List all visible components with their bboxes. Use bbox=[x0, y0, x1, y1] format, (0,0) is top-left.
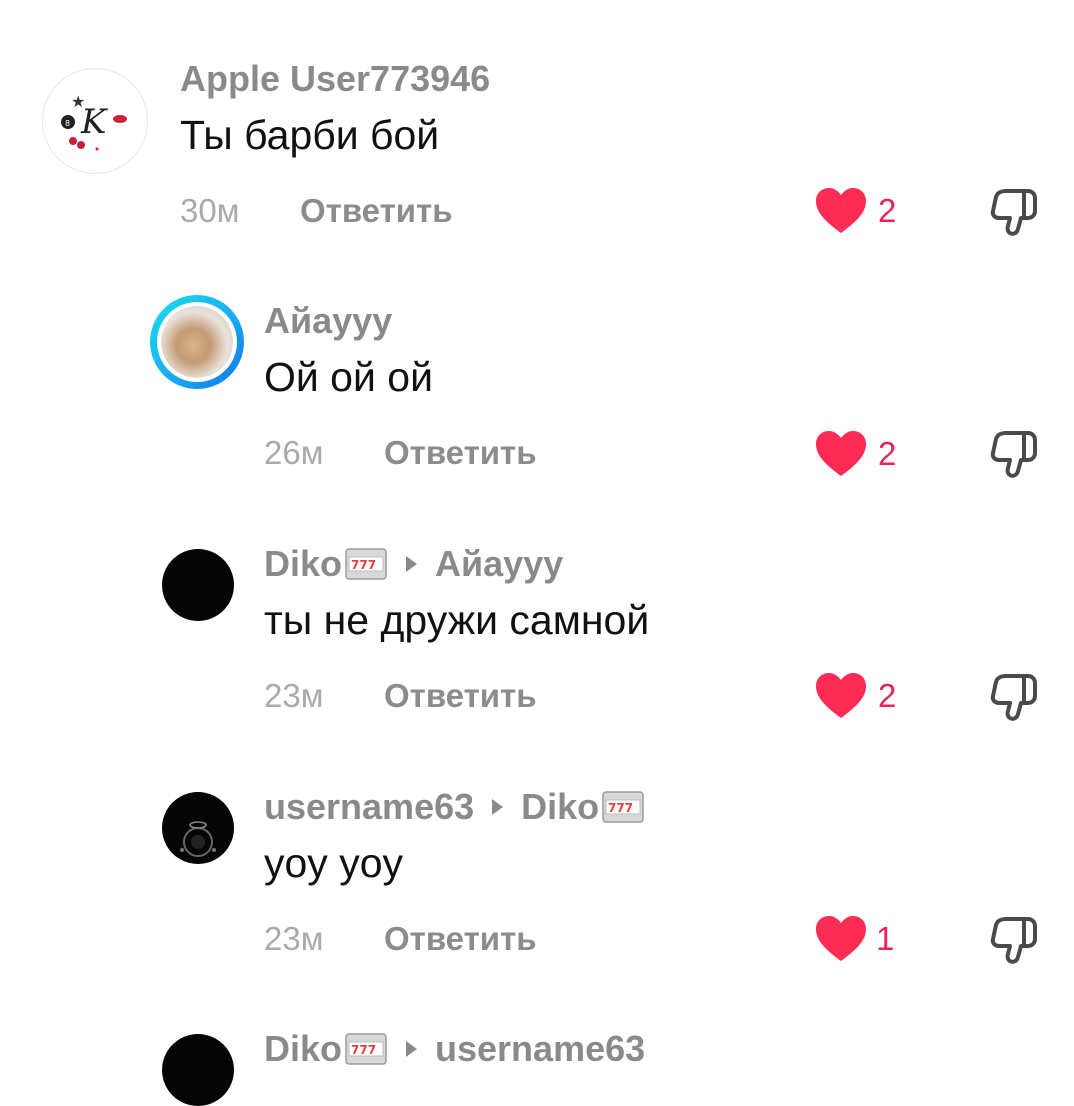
like-count: 2 bbox=[878, 677, 897, 714]
heart-icon[interactable] bbox=[815, 672, 867, 720]
avatar[interactable] bbox=[162, 792, 234, 864]
reply-arrow-icon bbox=[406, 556, 418, 572]
slot-machine-icon: 777 bbox=[345, 1033, 387, 1065]
avatar[interactable] bbox=[162, 1034, 234, 1106]
reply-to-username[interactable]: Diko bbox=[521, 786, 599, 828]
comment-text: ты не дружи самной bbox=[264, 597, 650, 643]
dislike-icon[interactable] bbox=[988, 427, 1042, 481]
comment-time: 23м bbox=[264, 920, 324, 957]
avatar-graphic-icon bbox=[180, 821, 216, 857]
comment-username[interactable]: Diko 777 Айауyy bbox=[264, 543, 563, 585]
svg-text:777: 777 bbox=[351, 1043, 376, 1057]
comment-time: 26м bbox=[264, 434, 324, 471]
username-text[interactable]: Айауyy bbox=[264, 300, 392, 342]
slot-machine-icon: 777 bbox=[602, 791, 644, 823]
heart-icon[interactable] bbox=[815, 915, 867, 963]
svg-text:777: 777 bbox=[608, 801, 633, 815]
comment-username[interactable]: username63 Diko 777 bbox=[264, 786, 645, 828]
avatar[interactable] bbox=[150, 295, 244, 389]
avatar-ring bbox=[157, 302, 237, 382]
comment-text: Ой ой ой bbox=[264, 354, 433, 400]
comment-text: yoy yoy bbox=[264, 840, 403, 886]
comment-username[interactable]: Diko 777 username63 bbox=[264, 1028, 645, 1070]
like-count: 1 bbox=[876, 920, 895, 957]
reply-button[interactable]: Ответить bbox=[384, 434, 537, 472]
username-text[interactable]: Diko bbox=[264, 543, 342, 585]
reply-to-username[interactable]: username63 bbox=[435, 1028, 645, 1070]
reply-button[interactable]: Ответить bbox=[384, 920, 537, 958]
comment-item: Diko 777 username63 bbox=[0, 0, 1074, 1106]
like-count: 2 bbox=[878, 435, 897, 472]
reply-arrow-icon bbox=[406, 1041, 418, 1057]
slot-machine-icon: 777 bbox=[345, 548, 387, 580]
username-text[interactable]: username63 bbox=[264, 786, 474, 828]
dislike-icon[interactable] bbox=[988, 913, 1042, 967]
comment-username[interactable]: Айауyy bbox=[264, 300, 392, 342]
svg-text:777: 777 bbox=[351, 558, 376, 572]
comment-time: 23м bbox=[264, 677, 324, 714]
dislike-icon[interactable] bbox=[988, 670, 1042, 724]
reply-arrow-icon bbox=[492, 799, 504, 815]
reply-button[interactable]: Ответить bbox=[384, 677, 537, 715]
reply-to-username[interactable]: Айауyy bbox=[435, 543, 563, 585]
heart-icon[interactable] bbox=[815, 430, 867, 478]
avatar-photo bbox=[161, 306, 233, 378]
username-text[interactable]: Diko bbox=[264, 1028, 342, 1070]
avatar[interactable] bbox=[162, 549, 234, 621]
